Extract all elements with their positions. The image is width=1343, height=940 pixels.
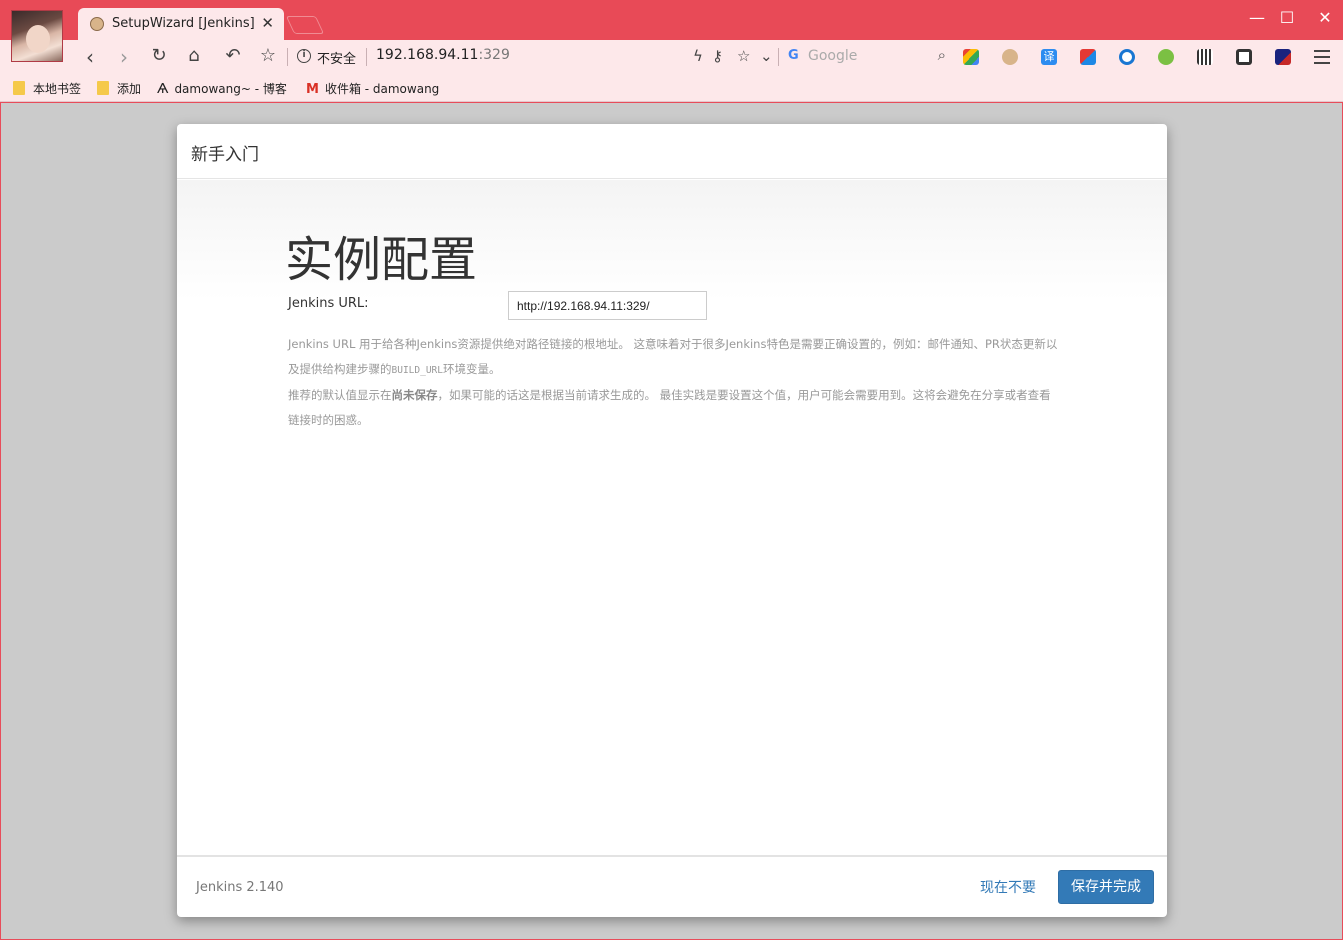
toolbar-divider (287, 48, 288, 66)
page-viewport: 新手入门 实例配置 Jenkins URL: Jenkins URL 用于给各种… (1, 103, 1342, 939)
undo-close-icon[interactable]: ↶ (221, 45, 245, 66)
help-text: Jenkins URL 用于给各种Jenkins资源提供绝对路径链接的根地址。 … (288, 332, 1058, 433)
jenkins-url-label: Jenkins URL: (288, 296, 369, 311)
home-icon[interactable]: ⌂ (182, 45, 206, 66)
browser-toolbar: ‹ › ↻ ⌂ ↶ ☆ i 不安全 192.168.94.11:329 ϟ ⚷ … (0, 40, 1343, 74)
ext-monitor-icon[interactable] (1275, 49, 1291, 65)
jenkins-url-input[interactable] (508, 291, 707, 320)
tab-title: SetupWizard [Jenkins] (112, 16, 255, 31)
url-host: 192.168.94.11 (376, 47, 479, 63)
folder-icon (97, 81, 109, 95)
google-icon: G (788, 48, 799, 63)
dialog-footer: Jenkins 2.140 现在不要 保存并完成 (177, 855, 1167, 917)
bookmark-add[interactable]: 添加 (97, 80, 141, 97)
search-icon[interactable]: ⌕ (938, 46, 946, 64)
bookmark-label: 本地书签 (33, 82, 82, 96)
chevron-down-icon[interactable]: ⌄ (760, 47, 773, 65)
jenkins-version: Jenkins 2.140 (196, 880, 284, 895)
key-icon[interactable]: ⚷ (712, 47, 723, 65)
bookmark-local[interactable]: 本地书签 (13, 80, 81, 97)
search-placeholder: Google (808, 48, 858, 64)
minimize-icon[interactable]: — (1242, 8, 1272, 27)
back-icon[interactable]: ‹ (78, 45, 102, 69)
menu-icon[interactable] (1314, 50, 1330, 64)
forward-icon[interactable]: › (112, 45, 136, 69)
bookmarks-bar: 本地书签 添加 Ѧdamowang~ - 博客 M 收件箱 - damowang (0, 74, 1343, 102)
bookmark-star-icon[interactable]: ☆ (256, 45, 280, 66)
info-icon[interactable]: i (297, 49, 311, 63)
bookmark-label: 添加 (117, 82, 142, 96)
blog-icon: Ѧ (157, 82, 169, 97)
close-window-icon[interactable]: ✕ (1310, 8, 1340, 27)
folder-icon (13, 81, 25, 95)
save-and-finish-button[interactable]: 保存并完成 (1058, 870, 1154, 904)
skip-link[interactable]: 现在不要 (980, 877, 1036, 897)
dialog-header: 新手入门 (177, 124, 1167, 179)
reload-icon[interactable]: ↻ (147, 45, 171, 66)
search-ext-icon[interactable] (1119, 49, 1135, 65)
help-line1-end: 环境变量。 (442, 362, 501, 376)
lightning-icon[interactable]: ϟ (693, 47, 703, 65)
browser-titlebar: SetupWizard [Jenkins] ✕ — ☐ ✕ (0, 0, 1343, 40)
toolbar-divider (778, 48, 779, 66)
toolbar-divider (366, 48, 367, 66)
tab-setupwizard[interactable]: SetupWizard [Jenkins] ✕ (78, 8, 284, 40)
search-input[interactable]: G Google ⌕ (784, 45, 950, 69)
bookmark-label: 收件箱 - damowang (324, 82, 440, 96)
url-port: :329 (478, 47, 510, 63)
bookmark-label: damowang~ - 博客 (174, 82, 287, 96)
help-code: BUILD_URL (391, 365, 443, 376)
help-line2-start: 推荐的默认值显示在 (288, 388, 392, 402)
wechat-icon[interactable] (1158, 49, 1174, 65)
jenkins-ext-icon[interactable] (1002, 49, 1018, 65)
tab-close-icon[interactable]: ✕ (261, 14, 274, 32)
dialog-body: 实例配置 Jenkins URL: Jenkins URL 用于给各种Jenki… (177, 180, 1167, 856)
maximize-icon[interactable]: ☐ (1272, 8, 1302, 27)
gmail-icon: M (306, 82, 319, 97)
qr-scan-icon[interactable] (1236, 49, 1252, 65)
jenkins-favicon-icon (90, 17, 104, 31)
bookmark-gmail[interactable]: M 收件箱 - damowang (306, 80, 442, 97)
chrome-ext-icon[interactable] (963, 49, 979, 65)
security-status[interactable]: 不安全 (317, 48, 356, 67)
translate-icon[interactable]: 译 (1041, 49, 1057, 65)
bookmark-blog[interactable]: Ѧdamowang~ - 博客 (157, 80, 292, 97)
setup-wizard-dialog: 新手入门 实例配置 Jenkins URL: Jenkins URL 用于给各种… (177, 124, 1167, 917)
qrcode-icon[interactable] (1197, 49, 1213, 65)
page-title: 实例配置 (285, 232, 478, 288)
new-tab-button[interactable] (285, 16, 325, 34)
cube-ext-icon[interactable] (1080, 49, 1096, 65)
address-bar[interactable]: 192.168.94.11:329 (376, 47, 510, 63)
user-avatar[interactable] (11, 10, 63, 62)
favorite-icon[interactable]: ☆ (737, 47, 750, 65)
help-strong: 尚未保存 (391, 388, 438, 402)
dialog-title: 新手入门 (191, 145, 259, 165)
